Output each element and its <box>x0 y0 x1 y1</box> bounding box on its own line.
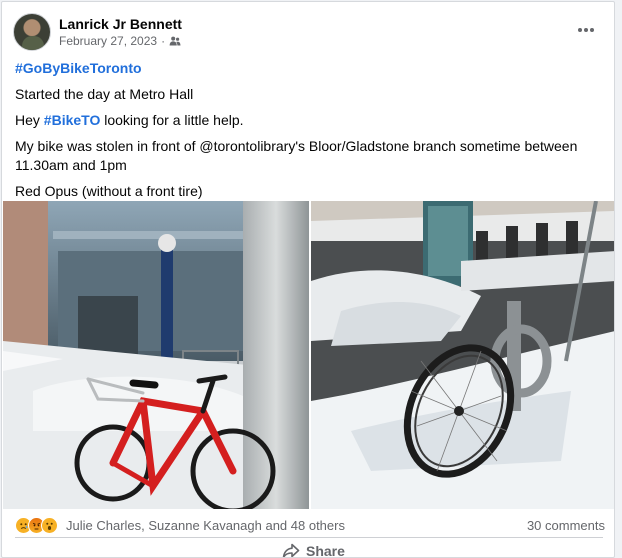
post-line-help-post: looking for a little help. <box>100 112 244 128</box>
post-meta: February 27, 2023 · <box>59 34 181 48</box>
share-button[interactable]: Share <box>282 543 345 558</box>
post-date[interactable]: February 27, 2023 <box>59 34 157 48</box>
post-header: Lanrick Jr Bennett February 27, 2023 · <box>2 2 614 58</box>
reactors-text[interactable]: Julie Charles, Suzanne Kavanagh and 48 o… <box>66 518 345 533</box>
post-line-help: Hey #BikeTO looking for a little help. <box>15 111 605 130</box>
friends-icon[interactable] <box>169 35 181 47</box>
post-line-metro-hall: Started the day at Metro Hall <box>15 86 194 102</box>
author-name[interactable]: Lanrick Jr Bennett <box>59 16 182 32</box>
wow-reaction-icon <box>41 516 58 534</box>
post-action-bar: Share <box>2 539 614 558</box>
reaction-summary: Julie Charles, Suzanne Kavanagh and 48 o… <box>15 515 605 535</box>
share-icon <box>282 543 300 557</box>
locked-wheel-photo[interactable] <box>311 201 614 509</box>
more-horizontal-icon <box>578 28 594 32</box>
reaction-icons[interactable] <box>15 516 58 534</box>
comments-count[interactable]: 30 comments <box>527 518 605 533</box>
post-line-stolen: My bike was stolen in front of @torontol… <box>15 138 578 173</box>
hashtag-biketo[interactable]: #BikeTO <box>44 112 101 128</box>
red-bike-photo[interactable] <box>3 201 309 509</box>
post-line-help-pre: Hey <box>15 112 44 128</box>
hashtag-gobybiketoronto[interactable]: #GoByBikeToronto <box>15 60 142 76</box>
share-label: Share <box>306 543 345 558</box>
meta-separator: · <box>161 34 166 48</box>
post-text: #GoByBikeToronto Started the day at Metr… <box>15 59 605 208</box>
photo-grid <box>3 201 614 509</box>
author-avatar[interactable] <box>13 13 51 51</box>
post-line-description: Red Opus (without a front tire) <box>15 183 203 199</box>
more-options-button[interactable] <box>572 16 600 44</box>
post-card: Lanrick Jr Bennett February 27, 2023 · # <box>1 1 615 558</box>
actions-divider <box>15 537 603 538</box>
